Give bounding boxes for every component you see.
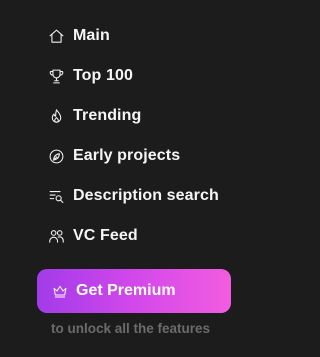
get-premium-button[interactable]: Get Premium [37, 269, 231, 313]
users-icon [48, 228, 65, 245]
sidebar-item-early-projects[interactable]: Early projects [48, 136, 258, 176]
sidebar-item-description-search[interactable]: Description search [48, 176, 258, 216]
seedling-circle-icon [48, 148, 65, 165]
crown-icon [52, 283, 68, 299]
sidebar-item-label: Top 100 [73, 67, 133, 84]
flame-icon [48, 108, 65, 125]
sidebar-item-label: Early projects [73, 147, 181, 164]
home-icon [48, 28, 65, 45]
sidebar-item-top-100[interactable]: Top 100 [48, 56, 258, 96]
sidebar-item-trending[interactable]: Trending [48, 96, 258, 136]
sidebar-item-label: Main [73, 27, 110, 44]
trophy-icon [48, 68, 65, 85]
sidebar-item-vc-feed[interactable]: VC Feed [48, 216, 258, 256]
sidebar-nav: Main Top 100 Trending Early projects Des… [48, 16, 258, 256]
sidebar-item-main[interactable]: Main [48, 16, 258, 56]
sidebar-item-label: VC Feed [73, 227, 138, 244]
sidebar-item-label: Description search [73, 187, 219, 204]
sidebar-item-label: Trending [73, 107, 142, 124]
premium-subtext: to unlock all the features [51, 321, 211, 336]
text-search-icon [48, 188, 65, 205]
get-premium-label: Get Premium [76, 282, 176, 299]
